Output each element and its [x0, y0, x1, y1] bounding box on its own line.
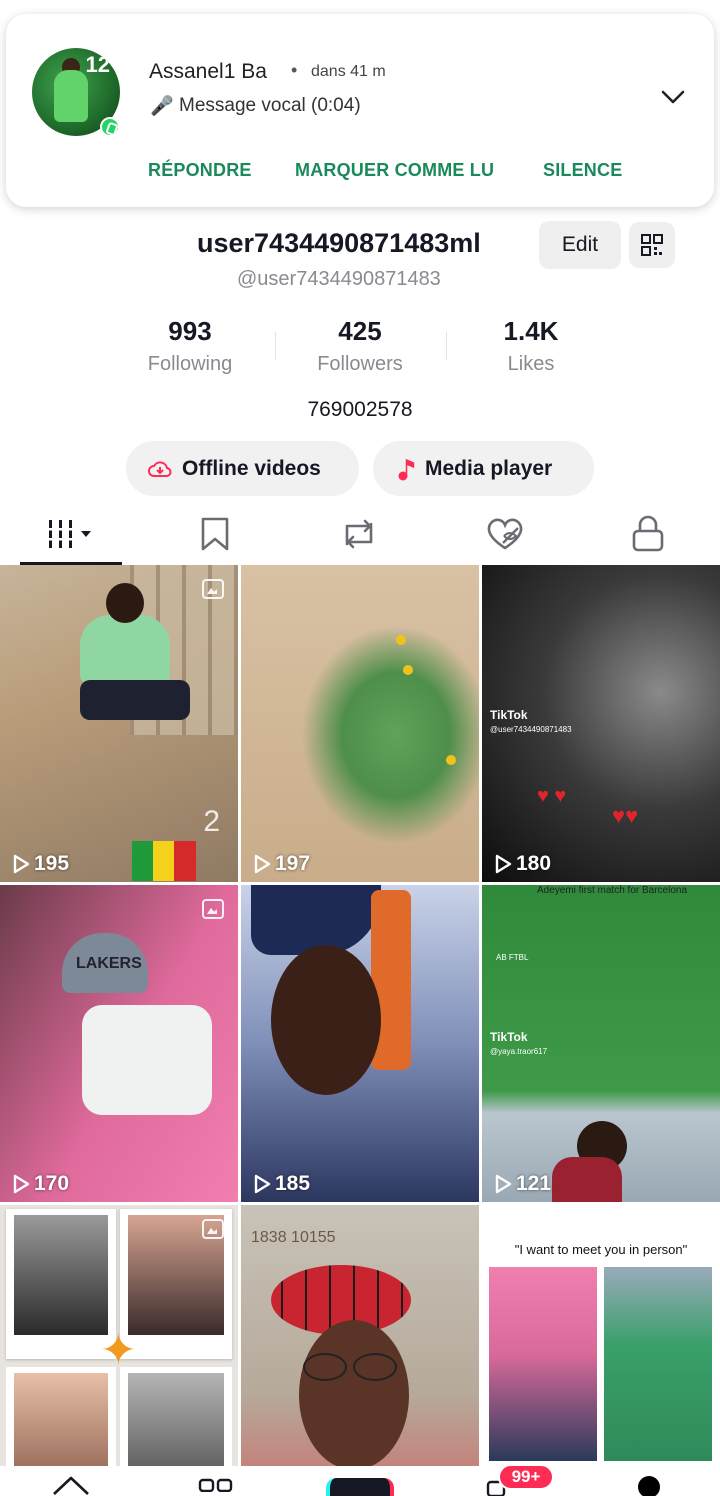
notification-sender: Assanel1 Ba — [149, 60, 267, 83]
hearts-emoji: ♥ ♥ — [537, 785, 567, 807]
view-count: 121 — [494, 1172, 551, 1196]
watermark-username: @user7434490871483 — [490, 725, 572, 734]
view-count-value: 185 — [275, 1172, 311, 1195]
tiktok-watermark: TikTok — [490, 708, 528, 722]
likes-label: Likes — [507, 353, 555, 375]
view-count: 195 — [12, 852, 69, 876]
video-thumbnail[interactable]: TikTok @user7434490871483 ♥ ♥ ♥♥ 180 — [482, 565, 720, 882]
grid-icon — [46, 520, 91, 548]
followers-label: Followers — [317, 353, 403, 375]
bottom-navigation: 99+ — [0, 1464, 720, 1496]
profile-bio: 769002578 — [307, 398, 413, 421]
video-caption-overlay: "I want to meet you in person" — [514, 1242, 688, 1257]
media-player-label: Media player — [425, 456, 553, 480]
watermark-username: @yaya.traor617 — [490, 1047, 548, 1056]
view-count-value: 180 — [516, 852, 552, 875]
bookmark-icon — [201, 517, 229, 551]
notification-card[interactable]: 12 Assanel1 Ba • dans 41 m 🎤 Message voc… — [6, 14, 714, 207]
tab-videos[interactable] — [20, 503, 122, 565]
video-thumbnail[interactable]: Adeyemi first match for Barcelona AB FTB… — [482, 885, 720, 1202]
cloud-download-icon — [148, 459, 172, 479]
play-icon — [495, 1174, 512, 1194]
photo-post-icon — [202, 1219, 224, 1239]
separator-dot: • — [291, 60, 298, 80]
view-count: 180 — [494, 852, 551, 876]
play-icon — [254, 1174, 271, 1194]
play-icon — [254, 854, 271, 874]
friends-icon[interactable] — [198, 1472, 234, 1492]
profile-icon[interactable] — [638, 1476, 660, 1496]
tab-favorites[interactable] — [180, 503, 250, 565]
video-thumbnail[interactable]: "I want to meet you in person" — [482, 1205, 720, 1496]
video-thumbnail[interactable]: ✦ — [0, 1205, 238, 1496]
profile-display-name: user7434490871483ml — [197, 228, 481, 258]
tab-liked[interactable] — [470, 503, 540, 565]
qr-code-button[interactable] — [629, 222, 675, 268]
tab-private[interactable] — [613, 503, 683, 565]
offline-videos-label: Offline videos — [182, 456, 321, 480]
wall-writing: 1838 10155 — [251, 1229, 336, 1246]
tab-reposts[interactable] — [324, 503, 394, 565]
view-count: 185 — [253, 1172, 310, 1196]
play-icon — [13, 1174, 30, 1194]
likes-stat[interactable]: 1.4K Likes — [446, 316, 616, 376]
following-count: 993 — [168, 316, 212, 346]
broken-heart-emoji: ♥♥ — [612, 803, 639, 828]
view-count: 170 — [12, 1172, 69, 1196]
likes-count: 1.4K — [503, 316, 559, 346]
offline-videos-button[interactable]: Offline videos — [126, 441, 359, 496]
notification-time: dans 41 m — [311, 63, 386, 80]
create-button[interactable] — [326, 1478, 394, 1496]
microphone-icon: 🎤 — [150, 96, 174, 117]
mark-read-button[interactable]: MARQUER COMME LU — [295, 160, 494, 181]
hidden-heart-icon — [487, 518, 523, 550]
following-stat[interactable]: 993 Following — [105, 316, 275, 376]
media-player-button[interactable]: Media player — [373, 441, 594, 496]
channel-tag: AB FTBL — [496, 953, 529, 962]
maple-leaf-icon: ✦ — [100, 1326, 137, 1375]
lock-icon — [632, 515, 664, 552]
notification-message: Message vocal (0:04) — [179, 95, 361, 116]
avatar-number: 12 — [85, 52, 110, 77]
whatsapp-icon — [100, 117, 120, 137]
following-label: Following — [147, 353, 233, 375]
followers-count: 425 — [338, 316, 382, 346]
video-thumbnail[interactable]: 2 195 — [0, 565, 238, 882]
play-icon — [495, 854, 512, 874]
view-count-value: 195 — [34, 852, 70, 875]
carousel-count: 2 — [203, 805, 220, 838]
tiktok-watermark: TikTok — [490, 1030, 528, 1044]
view-count: 197 — [253, 852, 310, 876]
profile-tabs — [0, 503, 720, 565]
edit-profile-button[interactable]: Edit — [539, 221, 621, 269]
video-thumbnail[interactable]: LAKERS 170 — [0, 885, 238, 1202]
repost-icon — [345, 519, 373, 549]
inbox-badge: 99+ — [498, 1464, 554, 1490]
music-note-icon — [397, 457, 415, 481]
profile-handle: @user7434490871483 — [237, 268, 441, 290]
qr-code-icon — [641, 234, 663, 256]
video-title-overlay: Adeyemi first match for Barcelona — [536, 885, 688, 896]
photo-post-icon — [202, 899, 224, 919]
photo-post-icon — [202, 579, 224, 599]
video-thumbnail[interactable]: 185 — [241, 885, 479, 1202]
play-icon — [13, 854, 30, 874]
followers-stat[interactable]: 425 Followers — [275, 316, 445, 376]
video-thumbnail[interactable]: 197 — [241, 565, 479, 882]
view-count-value: 121 — [516, 1172, 552, 1195]
chevron-down-icon[interactable] — [660, 84, 686, 110]
view-count-value: 170 — [34, 1172, 70, 1195]
video-thumbnail[interactable]: 1838 10155 — [241, 1205, 479, 1496]
reply-button[interactable]: RÉPONDRE — [148, 160, 252, 181]
home-icon[interactable] — [50, 1472, 92, 1496]
view-count-value: 197 — [275, 852, 311, 875]
cap-logo-text: LAKERS — [76, 955, 142, 972]
mute-button[interactable]: SILENCE — [543, 160, 622, 181]
